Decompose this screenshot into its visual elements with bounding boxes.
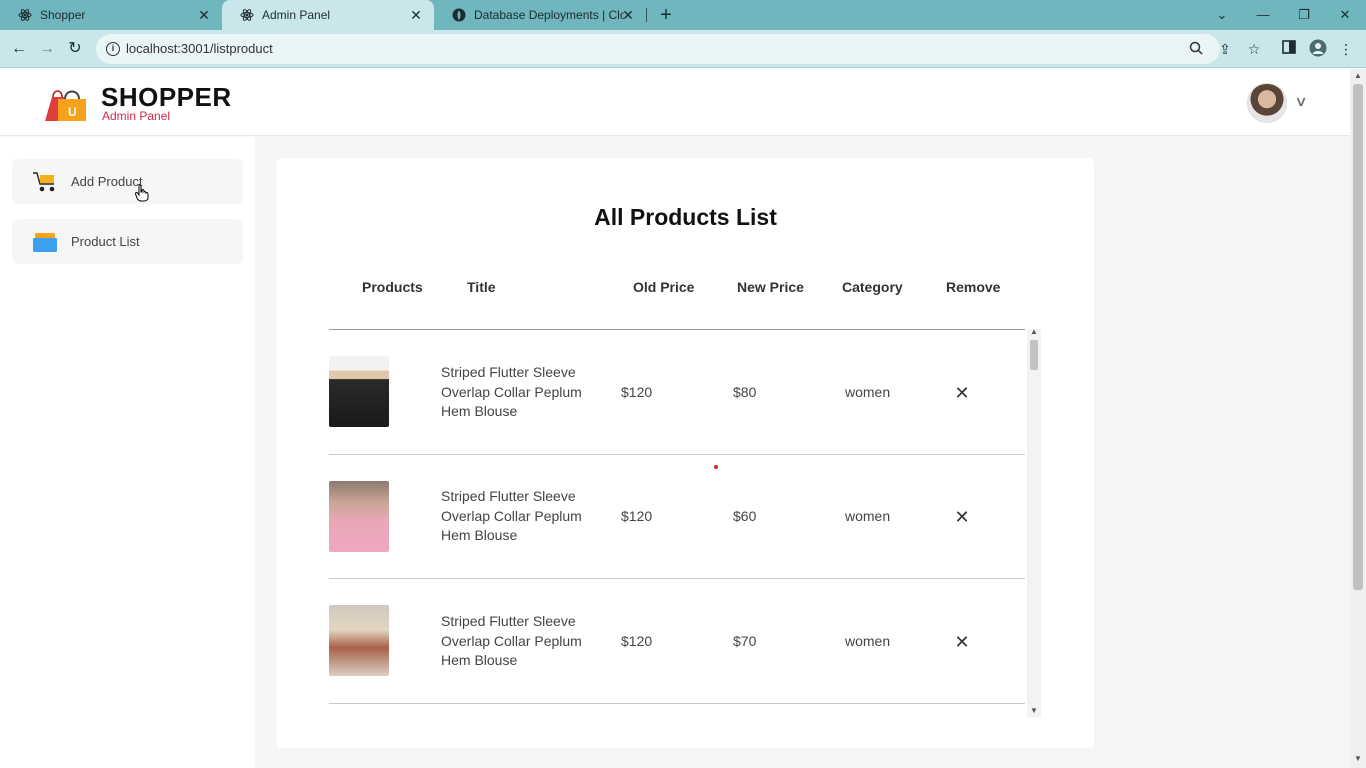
zoom-icon[interactable] <box>1187 41 1205 59</box>
browser-toolbar: ← → ↻ i localhost:3001/listproduct ⇪ ☆ ⋮ <box>0 30 1366 68</box>
remove-icon[interactable]: ✕ <box>954 508 970 526</box>
address-bar[interactable]: i localhost:3001/listproduct <box>96 34 1220 64</box>
forward-icon[interactable]: → <box>36 38 58 60</box>
new-price: $70 <box>733 633 757 649</box>
old-price: $120 <box>621 633 653 649</box>
column-header-old-price: Old Price <box>633 279 695 295</box>
bookmark-star-icon[interactable]: ☆ <box>1244 39 1264 59</box>
page-title: All Products List <box>594 204 777 230</box>
admin-header: U SHOPPER Admin Panel ∨ <box>0 69 1350 136</box>
category: women <box>845 633 891 649</box>
product-list-icon <box>33 233 57 252</box>
category: women <box>845 508 891 524</box>
reload-icon[interactable]: ↻ <box>64 38 86 60</box>
close-window-icon[interactable]: ✕ <box>1325 0 1365 30</box>
divider <box>329 329 1025 330</box>
close-tab-icon[interactable]: ✕ <box>408 7 424 23</box>
browser-tab-bar: Shopper ✕ Admin Panel ✕ Database Deploym… <box>0 0 1366 30</box>
page-scrollbar-thumb[interactable] <box>1353 84 1363 590</box>
tab-title: Admin Panel <box>262 8 331 22</box>
profile-icon[interactable] <box>1308 39 1328 59</box>
sidebar-item-label: Add Product <box>71 174 143 189</box>
sidebar: Add Product Product List <box>0 137 255 768</box>
category: women <box>845 384 891 400</box>
product-title: Striped Flutter Sleeve Overlap Collar Pe… <box>441 364 582 419</box>
brand-subtitle: Admin Panel <box>102 109 171 123</box>
tab-database-deployments[interactable]: Database Deployments | Cloud ✕ <box>434 0 646 30</box>
new-price: $80 <box>733 384 757 400</box>
avatar[interactable] <box>1247 83 1287 123</box>
tab-divider <box>646 8 647 22</box>
tab-shopper[interactable]: Shopper ✕ <box>0 0 222 30</box>
url-text[interactable]: localhost:3001/listproduct <box>126 41 273 56</box>
hand-cursor-icon <box>135 184 149 202</box>
old-price: $120 <box>621 384 653 400</box>
list-scrollbar-track[interactable] <box>1027 329 1041 717</box>
new-price: $60 <box>733 508 757 524</box>
tab-title: Database Deployments | Cloud <box>474 8 624 22</box>
column-header-title: Title <box>467 279 496 295</box>
product-thumbnail[interactable] <box>329 481 389 552</box>
scroll-down-arrow-icon[interactable]: ▼ <box>1350 752 1366 766</box>
close-tab-icon[interactable]: ✕ <box>196 7 212 23</box>
browser-menu-icon[interactable]: ⋮ <box>1336 39 1356 59</box>
restore-icon[interactable]: ❐ <box>1284 0 1324 30</box>
site-info-icon[interactable]: i <box>106 42 120 56</box>
svg-text:U: U <box>68 105 77 119</box>
column-header-remove: Remove <box>946 279 1001 295</box>
remove-icon[interactable]: ✕ <box>954 633 970 651</box>
tab-search-chevron-icon[interactable]: ⌄ <box>1202 0 1242 30</box>
remove-icon[interactable]: ✕ <box>954 384 970 402</box>
close-tab-icon[interactable]: ✕ <box>620 7 636 23</box>
divider <box>329 578 1025 579</box>
side-panel-icon[interactable] <box>1279 39 1299 59</box>
sidebar-item-product-list[interactable]: Product List <box>12 219 243 264</box>
scroll-up-arrow-icon[interactable]: ▲ <box>1350 69 1366 83</box>
new-tab-icon[interactable]: + <box>656 4 676 26</box>
mongodb-leaf-icon <box>452 8 466 22</box>
scroll-down-arrow-icon[interactable]: ▼ <box>1027 705 1041 717</box>
column-header-category: Category <box>842 279 903 295</box>
column-header-new-price: New Price <box>737 279 804 295</box>
admin-page: U SHOPPER Admin Panel ∨ Add Product Prod… <box>0 69 1350 768</box>
product-list-panel: All Products List Products Title Old Pri… <box>277 158 1094 748</box>
tab-title: Shopper <box>40 8 86 22</box>
minimize-icon[interactable]: — <box>1243 0 1283 30</box>
chevron-down-icon[interactable]: ∨ <box>1291 93 1312 109</box>
product-title: Striped Flutter Sleeve Overlap Collar Pe… <box>441 613 582 668</box>
product-thumbnail[interactable] <box>329 605 389 676</box>
column-header-products: Products <box>362 279 423 295</box>
share-icon[interactable]: ⇪ <box>1215 39 1235 59</box>
old-price: $120 <box>621 508 653 524</box>
sidebar-item-label: Product List <box>71 234 140 249</box>
tab-admin-panel[interactable]: Admin Panel ✕ <box>222 0 434 30</box>
red-dot <box>714 465 718 469</box>
divider <box>329 454 1025 455</box>
divider <box>329 703 1025 704</box>
shopping-bag-logo-icon: U <box>45 90 86 121</box>
react-icon <box>240 8 254 22</box>
list-scrollbar-thumb[interactable] <box>1030 340 1038 370</box>
react-icon <box>18 8 32 22</box>
cart-icon <box>33 172 55 192</box>
scroll-up-arrow-icon[interactable]: ▲ <box>1027 326 1041 338</box>
product-thumbnail[interactable] <box>329 356 389 427</box>
sidebar-item-add-product[interactable]: Add Product <box>12 159 243 204</box>
product-title: Striped Flutter Sleeve Overlap Collar Pe… <box>441 488 582 543</box>
back-icon[interactable]: ← <box>8 38 30 60</box>
